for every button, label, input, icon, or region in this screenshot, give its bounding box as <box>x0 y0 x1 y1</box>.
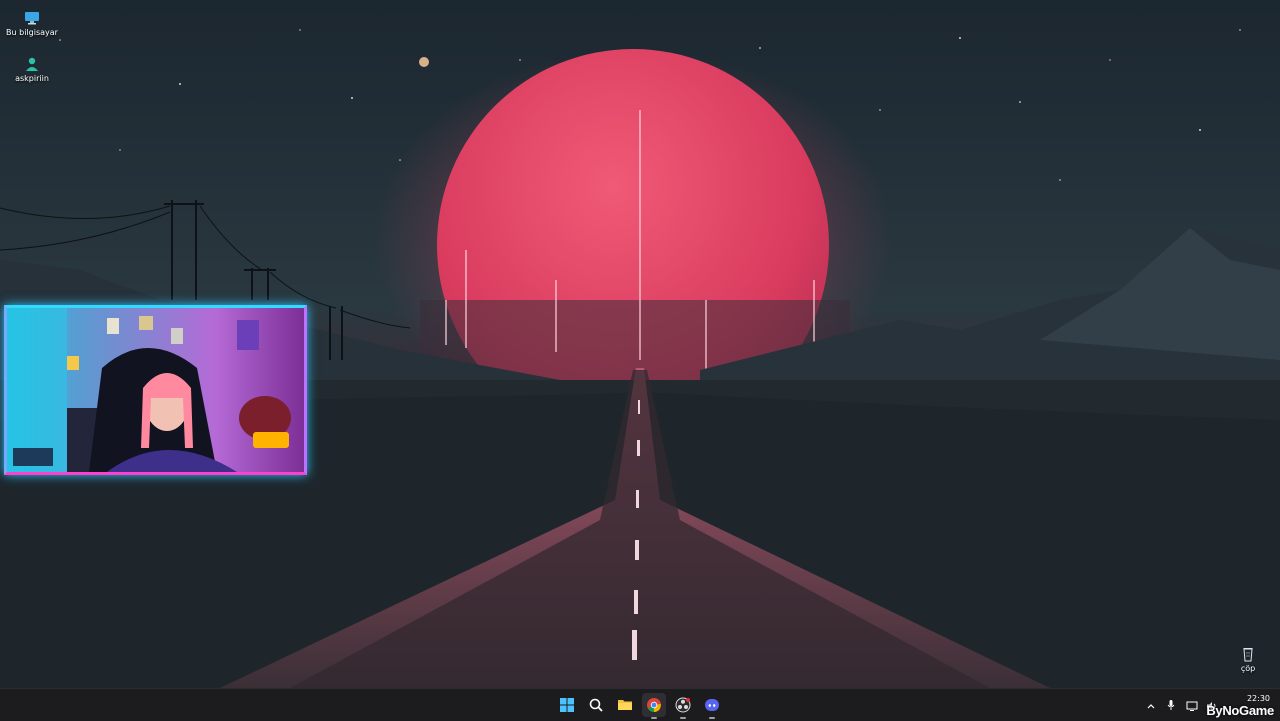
search-icon <box>589 698 603 712</box>
computer-icon <box>25 12 39 25</box>
watermark-text: ByNoGame <box>1206 703 1274 718</box>
taskbar: 22:30 <box>0 688 1280 721</box>
desktop-icon-label: çöp <box>1240 664 1256 673</box>
taskbar-obs-button[interactable] <box>671 693 695 719</box>
desktop-icon-recycle-bin[interactable]: çöp <box>1216 646 1280 674</box>
windows-start-icon <box>560 698 574 712</box>
discord-icon <box>705 699 719 711</box>
taskbar-search-button[interactable] <box>584 693 608 717</box>
chrome-icon <box>647 698 661 713</box>
taskbar-chrome-button[interactable] <box>642 693 666 719</box>
desktop-icon-user-folder[interactable]: askpiriin <box>0 56 64 84</box>
folder-icon <box>618 700 632 710</box>
desktop-icon-this-pc[interactable]: Bu bilgisayar <box>0 10 64 38</box>
recycle-bin-icon <box>1243 648 1253 662</box>
watermark-logo: ByNoGame <box>1206 703 1274 718</box>
taskbar-file-explorer-button[interactable] <box>613 693 637 717</box>
obs-icon <box>675 697 691 713</box>
taskbar-start-button[interactable] <box>555 693 579 717</box>
webcam-feed <box>7 308 304 472</box>
display-icon[interactable] <box>1186 696 1198 715</box>
desktop-icon-label: Bu bilgisayar <box>6 28 58 37</box>
webcam-overlay <box>4 305 307 475</box>
desktop-icon-label: askpiriin <box>15 74 49 83</box>
user-folder-icon <box>26 57 38 71</box>
microphone-icon[interactable] <box>1166 696 1176 715</box>
clock-time: 22:30 <box>1246 694 1270 703</box>
taskbar-discord-button[interactable] <box>700 693 724 719</box>
chevron-up-icon[interactable] <box>1146 696 1156 715</box>
